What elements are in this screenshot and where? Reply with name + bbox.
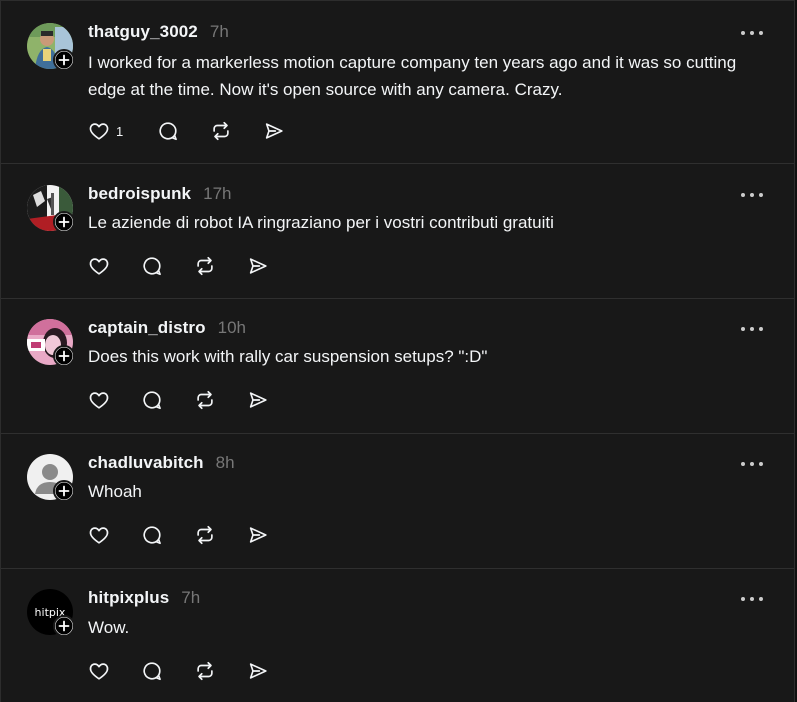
follow-plus-icon[interactable]: [53, 480, 75, 502]
repost-button[interactable]: [194, 254, 216, 278]
like-button[interactable]: 1: [88, 119, 123, 143]
send-icon: [247, 524, 269, 546]
comment-icon: [141, 524, 163, 546]
post-text: Wow.: [88, 618, 130, 637]
replies-feed: thatguy_3002 7h I worked for a markerles…: [0, 0, 795, 702]
post-text: Le aziende di robot IA ringraziano per i…: [88, 213, 554, 232]
username[interactable]: captain_distro: [88, 318, 206, 338]
reply-post: captain_distro 10h Does this work with r…: [1, 299, 794, 434]
more-options-icon[interactable]: [740, 27, 764, 39]
heart-icon: [88, 524, 110, 546]
share-button[interactable]: [263, 119, 285, 143]
heart-icon: [88, 255, 110, 277]
repost-button[interactable]: [210, 119, 232, 143]
post-text: Whoah: [88, 482, 142, 501]
heart-icon: [88, 389, 110, 411]
username[interactable]: bedroispunk: [88, 184, 191, 204]
comment-icon: [157, 120, 179, 142]
follow-plus-icon[interactable]: [53, 345, 75, 367]
username[interactable]: hitpixplus: [88, 588, 169, 608]
more-options-icon[interactable]: [740, 458, 764, 470]
reply-button[interactable]: [141, 254, 163, 278]
like-button[interactable]: [88, 254, 110, 278]
share-button[interactable]: [247, 254, 269, 278]
post-text: Does this work with rally car suspension…: [88, 347, 488, 366]
share-button[interactable]: [247, 659, 269, 683]
follow-plus-icon[interactable]: [53, 211, 75, 233]
action-bar: [88, 388, 269, 412]
repost-button[interactable]: [194, 388, 216, 412]
send-icon: [247, 389, 269, 411]
repost-icon: [194, 389, 216, 411]
comment-icon: [141, 389, 163, 411]
share-button[interactable]: [247, 388, 269, 412]
timestamp[interactable]: 10h: [218, 318, 246, 338]
reply-post: chadluvabitch 8h Whoah: [1, 434, 794, 569]
like-button[interactable]: [88, 523, 110, 547]
timestamp[interactable]: 17h: [203, 184, 231, 204]
reply-post: thatguy_3002 7h I worked for a markerles…: [1, 1, 794, 164]
like-button[interactable]: [88, 659, 110, 683]
more-options-icon[interactable]: [740, 593, 764, 605]
avatar-container[interactable]: [27, 23, 75, 71]
post-text: I worked for a markerless motion capture…: [88, 53, 737, 99]
heart-icon: [88, 660, 110, 682]
more-options-icon[interactable]: [740, 323, 764, 335]
reply-button[interactable]: [141, 659, 163, 683]
repost-icon: [194, 660, 216, 682]
like-count: 1: [116, 123, 124, 139]
avatar-container[interactable]: [27, 319, 75, 367]
repost-icon: [210, 120, 232, 142]
username[interactable]: chadluvabitch: [88, 453, 204, 473]
repost-button[interactable]: [194, 523, 216, 547]
username[interactable]: thatguy_3002: [88, 22, 198, 42]
more-options-icon[interactable]: [740, 189, 764, 201]
repost-icon: [194, 524, 216, 546]
action-bar: [88, 659, 269, 683]
comment-icon: [141, 660, 163, 682]
share-button[interactable]: [247, 523, 269, 547]
timestamp[interactable]: 7h: [181, 588, 200, 608]
action-bar: [88, 254, 269, 278]
heart-icon: [88, 120, 110, 142]
timestamp[interactable]: 8h: [216, 453, 235, 473]
timestamp[interactable]: 7h: [210, 22, 229, 42]
repost-button[interactable]: [194, 659, 216, 683]
avatar-container[interactable]: [27, 454, 75, 502]
send-icon: [247, 660, 269, 682]
reply-button[interactable]: [141, 523, 163, 547]
reply-post: hitpix hitpixplus 7h Wow.: [1, 569, 794, 702]
action-bar: 1: [88, 119, 285, 143]
repost-icon: [194, 255, 216, 277]
send-icon: [247, 255, 269, 277]
follow-plus-icon[interactable]: [53, 49, 75, 71]
comment-icon: [141, 255, 163, 277]
send-icon: [263, 120, 285, 142]
reply-post: bedroispunk 17h Le aziende di robot IA r…: [1, 164, 794, 299]
like-button[interactable]: [88, 388, 110, 412]
avatar-container[interactable]: [27, 185, 75, 233]
reply-button[interactable]: [157, 119, 179, 143]
reply-button[interactable]: [141, 388, 163, 412]
avatar-container[interactable]: hitpix: [27, 589, 75, 637]
action-bar: [88, 523, 269, 547]
follow-plus-icon[interactable]: [53, 615, 75, 637]
